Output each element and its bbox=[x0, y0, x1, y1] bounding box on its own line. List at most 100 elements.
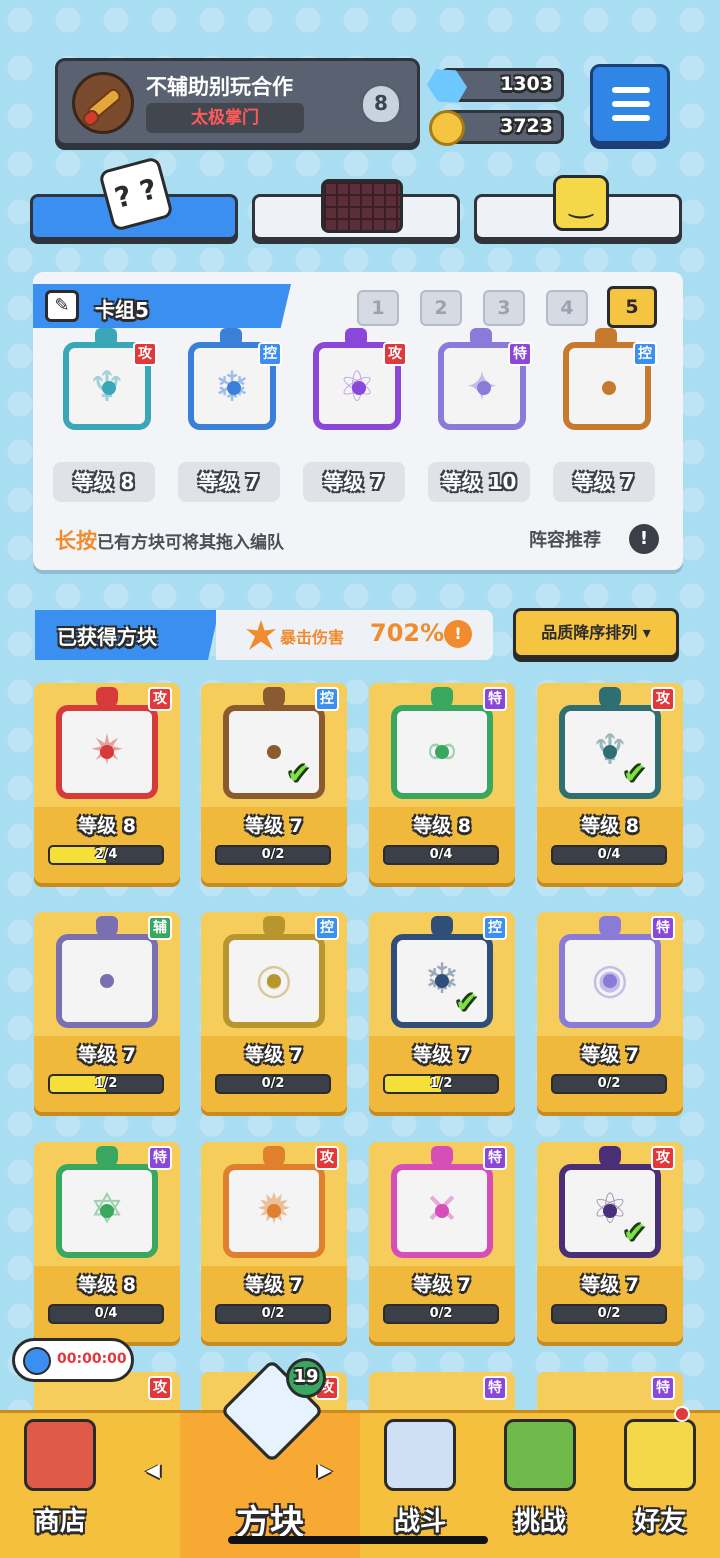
type-tag: 特 bbox=[651, 1376, 675, 1400]
owned-die-card[interactable]: ✷攻等级 8 2/4 bbox=[34, 683, 180, 883]
progress-bar: 0/2 bbox=[215, 1304, 331, 1324]
right-arrow-icon[interactable]: ▶ bbox=[318, 1460, 332, 1481]
exclamation-icon[interactable]: ! bbox=[629, 524, 659, 554]
deck-slot-4[interactable]: 4 bbox=[546, 290, 588, 326]
owned-header: 已获得方块 bbox=[35, 610, 219, 660]
die-pip bbox=[267, 745, 281, 759]
nav-challenge-label: 挑战 bbox=[513, 1507, 566, 1537]
type-tag: 攻 bbox=[148, 687, 172, 711]
progress-text: 0/2 bbox=[429, 1306, 453, 1321]
dice-icon: ? ? bbox=[98, 156, 174, 232]
die-pip bbox=[603, 1204, 617, 1218]
progress-bar: 0/4 bbox=[383, 845, 499, 865]
profile-panel[interactable]: 不辅助别玩合作 太极掌门 8 bbox=[55, 58, 420, 146]
menu-button[interactable] bbox=[590, 64, 670, 144]
tab-board[interactable] bbox=[252, 179, 460, 240]
deck-slot-2[interactable]: 2 bbox=[420, 290, 462, 326]
type-tag: 特 bbox=[148, 1146, 172, 1170]
deck-slot-1[interactable]: 1 bbox=[357, 290, 399, 326]
deck-slot-3[interactable]: 3 bbox=[483, 290, 525, 326]
owned-die-card[interactable]: ⚛攻✔等级 70/2 bbox=[537, 1142, 683, 1342]
player-avatar[interactable] bbox=[72, 72, 134, 134]
die-pip bbox=[100, 974, 114, 988]
deck-die-level: 等级 7 bbox=[303, 462, 405, 502]
card-level: 等级 7 bbox=[413, 1274, 471, 1296]
progress-text: 0/4 bbox=[94, 1306, 118, 1321]
type-tag: 控 bbox=[315, 916, 339, 940]
nav-friends[interactable]: 好友 bbox=[600, 1413, 720, 1558]
owned-die-card[interactable]: ❄控✔等级 71/2 bbox=[369, 912, 515, 1112]
burst-icon bbox=[246, 620, 276, 650]
owned-die-card[interactable]: ✹攻等级 7 0/2 bbox=[201, 1142, 347, 1342]
die-pip bbox=[603, 974, 617, 988]
shop-icon bbox=[24, 1419, 96, 1491]
owned-die-card[interactable]: 辅等级 7 1/2 bbox=[34, 912, 180, 1112]
gem-counter[interactable]: 1303 bbox=[440, 68, 564, 102]
card-level: 等级 7 bbox=[245, 1044, 303, 1066]
signpost-icon bbox=[504, 1419, 576, 1491]
type-tag: 控 bbox=[258, 342, 282, 366]
progress-text: 0/4 bbox=[429, 847, 453, 862]
owned-die-card[interactable]: ♆攻✔等级 80/4 bbox=[537, 683, 683, 883]
progress-text: 0/2 bbox=[597, 1306, 621, 1321]
nav-shop[interactable]: 商店 bbox=[0, 1413, 120, 1558]
check-icon: ✔ bbox=[623, 1216, 647, 1249]
lineup-recommend-link[interactable]: 阵容推荐 bbox=[529, 526, 601, 552]
deck-die[interactable]: ⚛攻 bbox=[301, 328, 409, 440]
hamburger-line bbox=[612, 115, 650, 121]
deck-panel: ✎ 卡组5 1 2 3 4 5 长按已有方块可将其拖入编队 阵容推荐 ! ♆攻等… bbox=[33, 272, 683, 570]
progress-bar: 1/2 bbox=[48, 1074, 164, 1094]
progress-bar: 0/2 bbox=[551, 1074, 667, 1094]
die-pip bbox=[100, 1204, 114, 1218]
crit-damage-panel: 暴击伤害 702% ! bbox=[216, 610, 493, 660]
owned-die-card[interactable]: ◎控等级 7 0/2 bbox=[201, 912, 347, 1112]
die-face: ✡ bbox=[56, 1164, 158, 1258]
timer-bubble[interactable]: 00:00:00 bbox=[12, 1338, 134, 1382]
nav-challenge[interactable]: 挑战 bbox=[480, 1413, 600, 1558]
owned-die-card[interactable]: ✕特等级 7 0/2 bbox=[369, 1142, 515, 1342]
check-icon: ✔ bbox=[623, 757, 647, 790]
type-tag: 攻 bbox=[651, 1146, 675, 1170]
owned-die-card[interactable]: ◉特等级 7 0/2 bbox=[537, 912, 683, 1112]
pencil-icon[interactable]: ✎ bbox=[45, 290, 79, 322]
info-icon[interactable]: ! bbox=[444, 620, 472, 648]
owned-die-card[interactable]: ∞特等级 8 0/4 bbox=[369, 683, 515, 883]
deck-title: 卡组5 bbox=[95, 298, 149, 322]
card-level: 等级 7 bbox=[78, 1044, 136, 1066]
coin-counter[interactable]: 3723 bbox=[429, 110, 564, 146]
progress-text: 1/2 bbox=[94, 1076, 118, 1091]
deck-die-level: 等级 7 bbox=[178, 462, 280, 502]
left-arrow-icon[interactable]: ◀ bbox=[146, 1460, 160, 1481]
deck-die-level: 等级 8 bbox=[53, 462, 155, 502]
tab-dice[interactable]: ? ? bbox=[30, 156, 238, 240]
stopwatch-icon bbox=[23, 1347, 51, 1375]
coin-count: 3723 bbox=[500, 115, 553, 137]
tab-emoji[interactable]: ‿ bbox=[474, 175, 682, 240]
type-tag: 控 bbox=[633, 342, 657, 366]
die-pip bbox=[267, 974, 281, 988]
deck-die[interactable]: ✦特 bbox=[426, 328, 534, 440]
die-pip bbox=[603, 745, 617, 759]
emoji-icon: ‿ bbox=[553, 175, 609, 231]
deck-slot-5[interactable]: 5 bbox=[607, 286, 657, 328]
deck-die-level: 等级 10 bbox=[428, 462, 530, 502]
owned-die-card[interactable]: ✡特等级 8 0/4 bbox=[34, 1142, 180, 1342]
die-pip bbox=[435, 1204, 449, 1218]
owned-die-card[interactable]: 控 ✔ 等级 7 0/2 bbox=[201, 683, 347, 883]
sort-button[interactable]: 品质降序排列 ▾ bbox=[513, 608, 679, 658]
type-tag: 特 bbox=[508, 342, 532, 366]
type-tag: 控 bbox=[315, 687, 339, 711]
rank-badge[interactable]: 8 bbox=[350, 75, 410, 135]
die-pip bbox=[227, 381, 241, 395]
deck-die[interactable]: ♆攻 bbox=[51, 328, 159, 440]
deck-die[interactable]: ❄控 bbox=[176, 328, 284, 440]
deck-die[interactable]: 控 bbox=[551, 328, 659, 440]
die-face: ∞ bbox=[391, 705, 493, 799]
type-tag: 攻 bbox=[148, 1376, 172, 1400]
die-pip bbox=[435, 745, 449, 759]
type-tag: 攻 bbox=[133, 342, 157, 366]
gem-count: 1303 bbox=[500, 73, 553, 95]
hamburger-icon bbox=[612, 87, 650, 93]
die-face bbox=[56, 934, 158, 1028]
card-level: 等级 7 bbox=[413, 1044, 471, 1066]
